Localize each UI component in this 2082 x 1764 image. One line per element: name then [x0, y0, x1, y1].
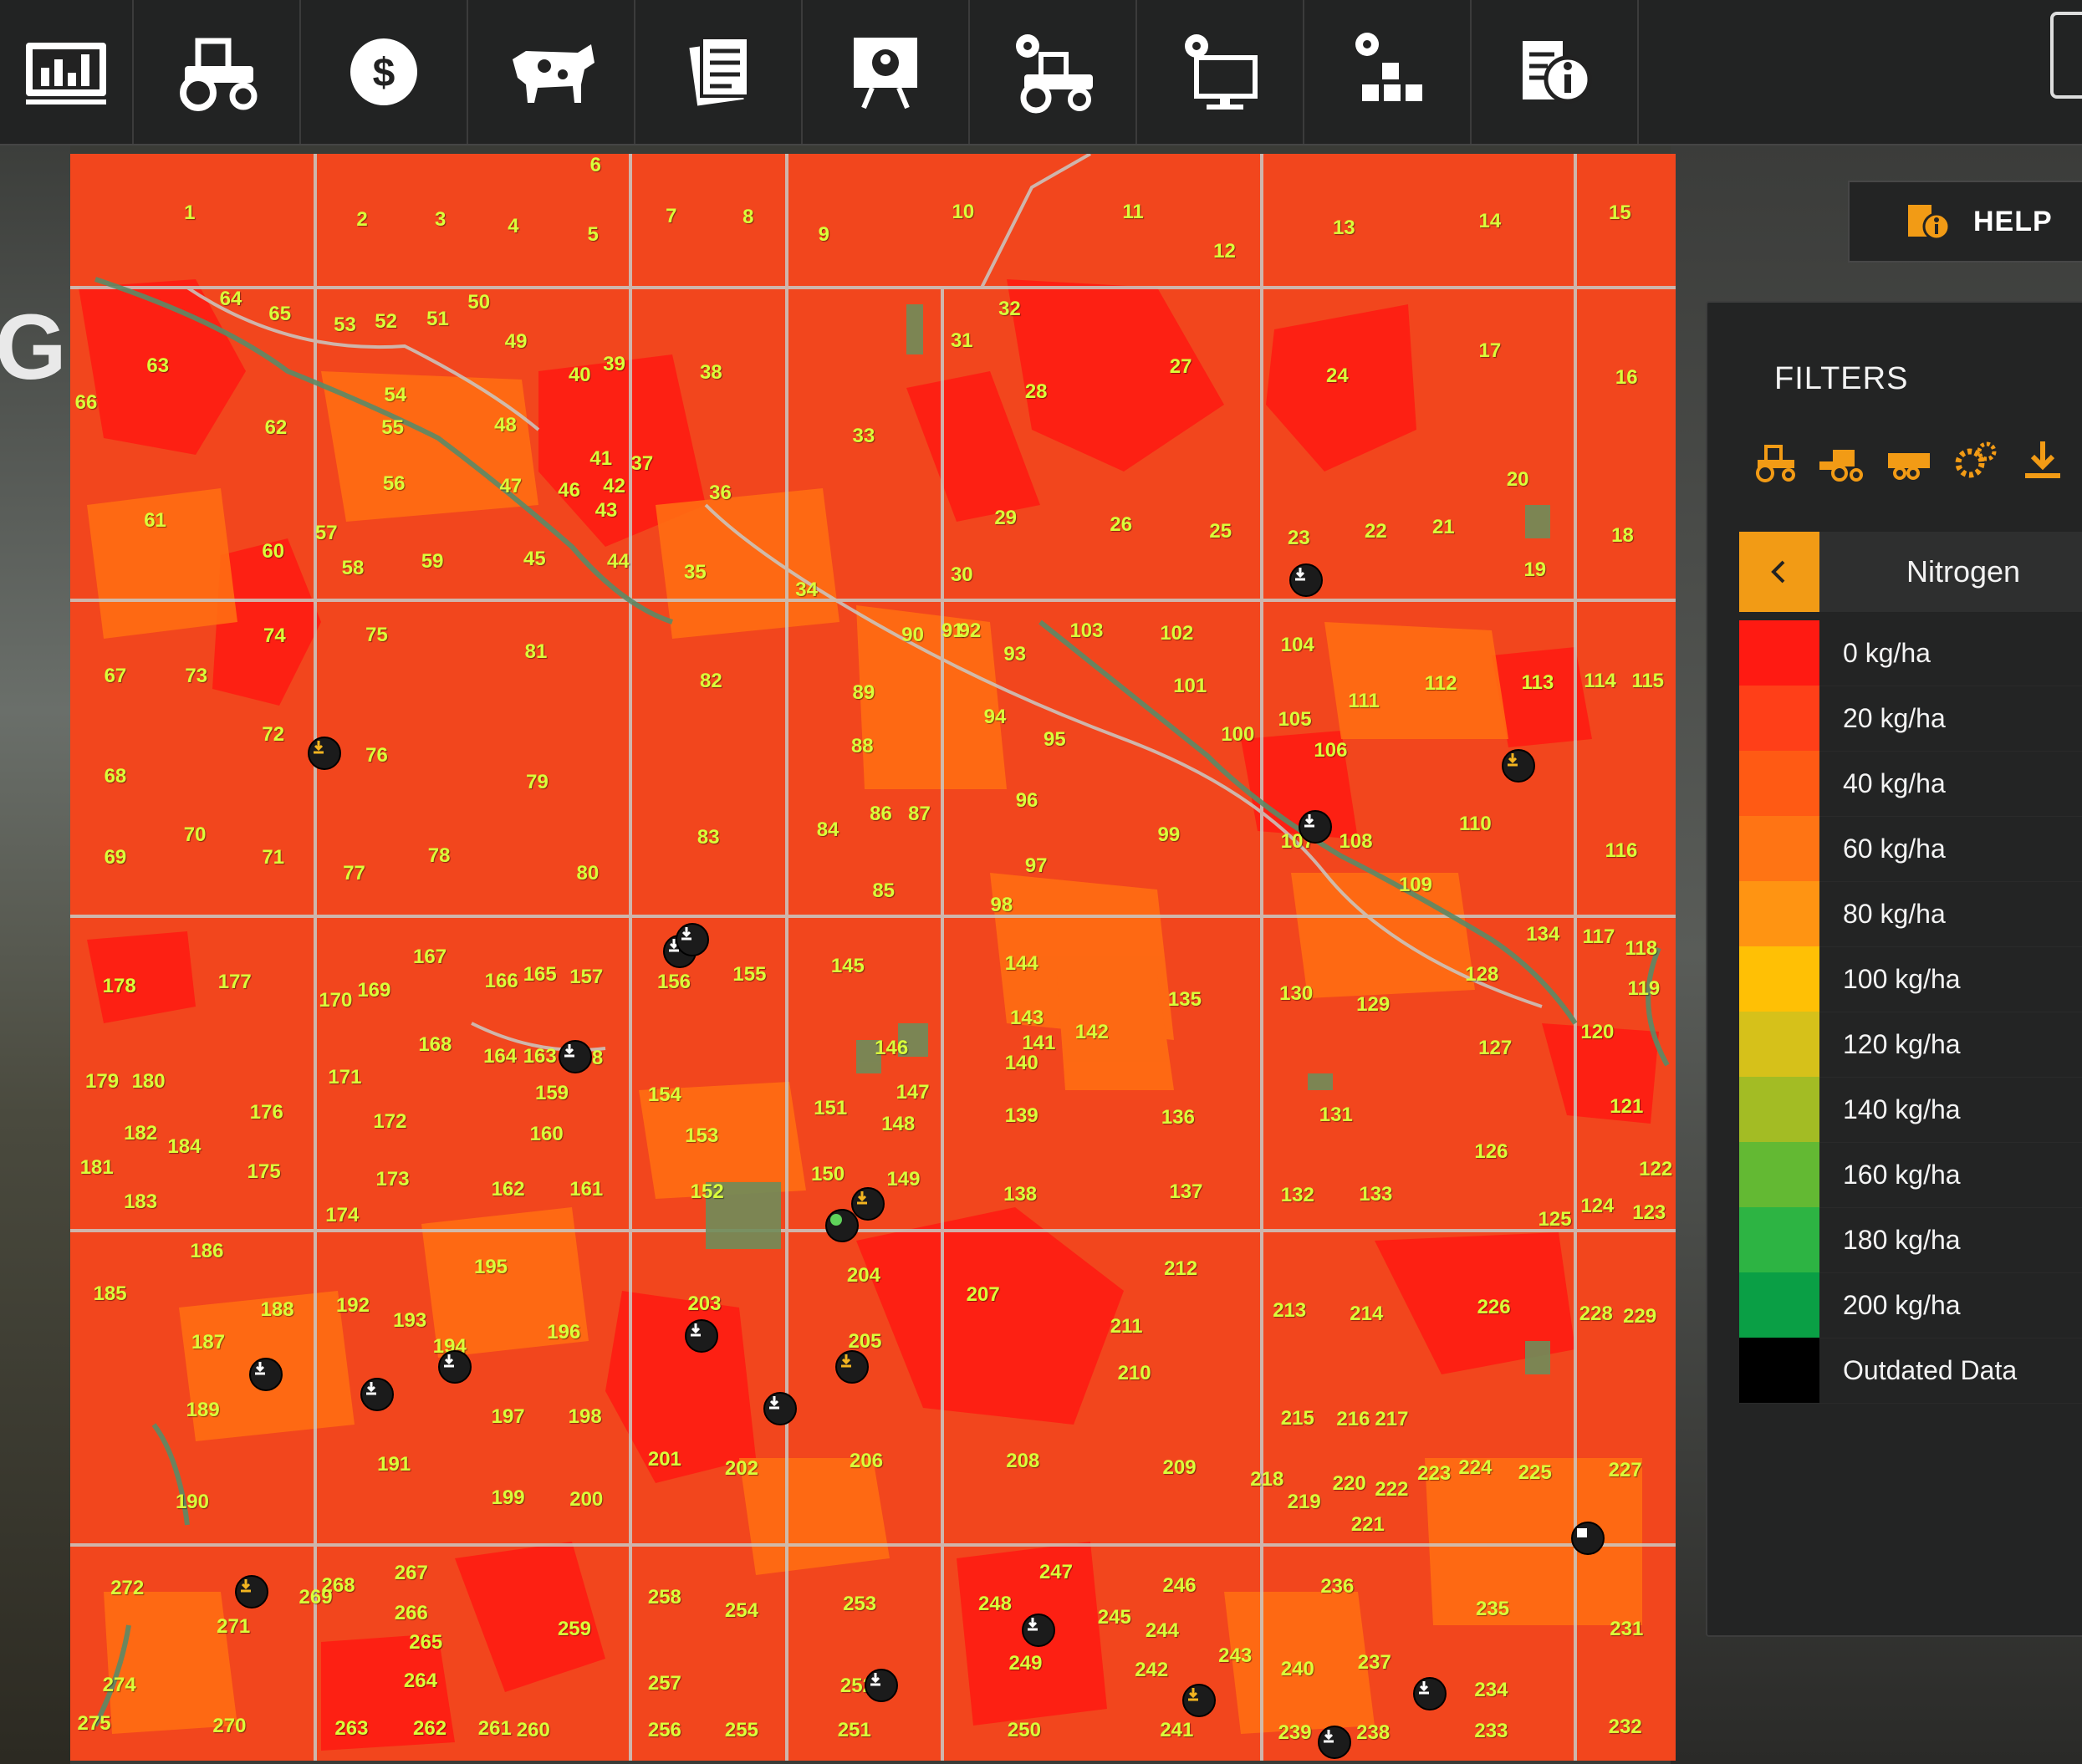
unload-point-icon[interactable]	[1502, 749, 1535, 783]
sell-point-icon[interactable]	[559, 1040, 592, 1073]
legend-swatch	[1739, 881, 1819, 946]
tab-vehicle-settings[interactable]	[970, 0, 1137, 144]
chart-icon	[26, 43, 106, 105]
unload-point-icon[interactable]	[1299, 810, 1332, 844]
legend-label: 20 kg/ha	[1843, 702, 1946, 733]
tab-game-settings[interactable]	[1137, 0, 1304, 144]
legend-label: 140 kg/ha	[1843, 1094, 1961, 1124]
tab-map[interactable]	[803, 0, 970, 144]
background-letter: G	[0, 296, 67, 399]
legend-label: 100 kg/ha	[1843, 963, 1961, 994]
unload-point-icon[interactable]	[1289, 563, 1323, 597]
tab-finances[interactable]: $	[301, 0, 468, 144]
unload-filter-icon[interactable]	[2018, 438, 2067, 483]
legend-row: 160 kg/ha	[1739, 1142, 2082, 1208]
legend-row: 180 kg/ha	[1739, 1207, 2082, 1273]
tools-filter-icon[interactable]	[1952, 438, 2000, 483]
previous-layer-button[interactable]	[1739, 532, 1819, 612]
legend-label: 40 kg/ha	[1843, 767, 1946, 798]
legend-row: 200 kg/ha	[1739, 1272, 2082, 1338]
chevron-left-icon	[1771, 560, 1785, 584]
legend-row: 20 kg/ha	[1739, 686, 2082, 752]
legend-swatch	[1739, 1272, 1819, 1338]
legend-swatch	[1739, 1142, 1819, 1207]
legend-swatch	[1739, 1077, 1819, 1142]
unload-point-icon[interactable]	[360, 1378, 394, 1411]
help-info-icon	[1908, 205, 1951, 241]
monitor-gear-icon	[1185, 34, 1258, 110]
legend-label: 180 kg/ha	[1843, 1224, 1961, 1255]
legend-label: 60 kg/ha	[1843, 833, 1946, 864]
legend-label: 160 kg/ha	[1843, 1159, 1961, 1190]
legend-label: 0 kg/ha	[1843, 637, 1931, 668]
sell-point-icon[interactable]	[676, 923, 709, 956]
unload-point-icon[interactable]	[1022, 1614, 1055, 1647]
unload-point-icon[interactable]	[851, 1187, 885, 1221]
map-layer-selector[interactable]: Nitrogen	[1739, 532, 2082, 612]
documents-icon	[689, 36, 750, 106]
unload-point-icon[interactable]	[835, 1350, 869, 1384]
legend-label: Outdated Data	[1843, 1354, 2018, 1385]
legend-swatch	[1739, 1012, 1819, 1077]
filters-title: FILTERS	[1774, 361, 1909, 396]
unload-point-icon[interactable]	[1182, 1684, 1216, 1717]
legend-label: 120 kg/ha	[1843, 1028, 1961, 1059]
unload-point-icon[interactable]	[235, 1575, 268, 1609]
legend-row: 100 kg/ha	[1739, 946, 2082, 1012]
unload-point-icon[interactable]	[249, 1358, 283, 1391]
tab-contracts[interactable]	[635, 0, 803, 144]
info-document-icon	[1523, 41, 1592, 104]
unload-point-icon[interactable]	[685, 1319, 718, 1353]
selected-layer-label: Nitrogen	[1906, 554, 2021, 589]
cow-icon	[513, 44, 594, 103]
harvester-filter-icon[interactable]	[1818, 438, 1866, 483]
tab-vehicles[interactable]	[134, 0, 301, 144]
tab-statistics[interactable]	[0, 0, 134, 144]
tab-help[interactable]	[1472, 0, 1639, 144]
map-terrain	[70, 154, 1676, 1761]
tractor-icon	[180, 38, 258, 111]
help-label: HELP	[1973, 205, 2053, 237]
tab-production[interactable]	[1304, 0, 1472, 144]
legend-swatch	[1739, 816, 1819, 881]
filters-panel: FILTERS Nitrogen 0 kg/ha 20 kg/ha 40 kg/ha…	[1706, 301, 2082, 1637]
legend-swatch	[1739, 1338, 1819, 1403]
nitrogen-map[interactable]: 1 2 3 4 5 6 7 8 9 10 11 12 13 14 15 64 65 53 52 51 50 49 40 39 3…	[70, 154, 1676, 1761]
legend-swatch	[1739, 620, 1819, 686]
background-scene-left: G	[0, 144, 70, 1764]
tab-partial[interactable]	[2050, 12, 2082, 99]
legend-row: 40 kg/ha	[1739, 751, 2082, 817]
map-presentation-icon	[854, 38, 917, 110]
help-button[interactable]: HELP	[1848, 181, 2082, 263]
legend-row: Outdated Data	[1739, 1338, 2082, 1404]
svg-text:$: $	[373, 51, 395, 95]
legend-row: 0 kg/ha	[1739, 620, 2082, 686]
legend-row: 120 kg/ha	[1739, 1012, 2082, 1078]
unload-point-icon[interactable]	[438, 1350, 472, 1384]
unload-point-icon[interactable]	[763, 1392, 797, 1425]
trailer-filter-icon[interactable]	[1885, 438, 1933, 483]
boxes-gear-icon	[1355, 33, 1422, 101]
factory-icon[interactable]	[1571, 1522, 1605, 1555]
unload-point-icon[interactable]	[308, 737, 341, 770]
legend-label: 80 kg/ha	[1843, 898, 1946, 929]
dollar-icon: $	[350, 38, 417, 105]
tractor-filter-icon[interactable]	[1751, 438, 1799, 483]
top-menu-bar: $	[0, 0, 2082, 145]
tractor-gear-icon	[1016, 34, 1093, 114]
legend-row: 60 kg/ha	[1739, 816, 2082, 882]
filter-icon-row	[1751, 438, 2067, 483]
legend-label: 200 kg/ha	[1843, 1289, 1961, 1320]
sell-point-icon[interactable]	[865, 1669, 898, 1702]
legend-row: 80 kg/ha	[1739, 881, 2082, 947]
legend-swatch	[1739, 946, 1819, 1012]
legend-swatch	[1739, 751, 1819, 816]
legend-swatch	[1739, 686, 1819, 751]
unload-point-icon[interactable]	[1318, 1726, 1351, 1759]
tab-animals[interactable]	[468, 0, 635, 144]
legend-swatch	[1739, 1207, 1819, 1272]
legend-row: 140 kg/ha	[1739, 1077, 2082, 1143]
unload-point-icon[interactable]	[1413, 1677, 1447, 1710]
